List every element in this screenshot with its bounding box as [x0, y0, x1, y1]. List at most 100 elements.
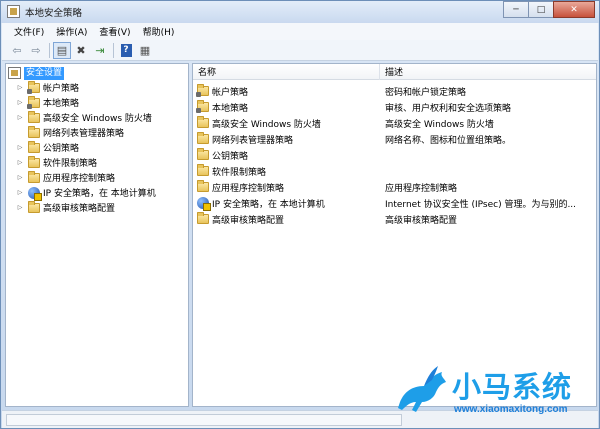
list-row[interactable]: 应用程序控制策略 应用程序控制策略	[193, 179, 596, 195]
back-button[interactable]: ⇦	[8, 42, 26, 59]
tree-item-label: 应用程序控制策略	[43, 174, 116, 184]
horse-logo-icon	[398, 366, 446, 412]
row-description: Internet 协议安全性 (IPsec) 管理。为与别的...	[385, 199, 577, 210]
title-bar[interactable]: 本地安全策略 ─ □ ✕	[1, 1, 599, 23]
column-header-description[interactable]: 描述	[380, 64, 596, 80]
export-list-button[interactable]: ⇥	[91, 42, 109, 59]
tree-pane[interactable]: 安全设置 ▷ 帐户策略 ▷ 本地策略 ▷ 高级安全 Windows 防火墙 网络…	[5, 63, 189, 407]
tree-item-label: 高级审核策略配置	[43, 204, 116, 214]
list-row[interactable]: 高级审核策略配置 高级审核策略配置	[193, 211, 596, 227]
status-segment	[6, 414, 402, 426]
row-name-cell: 高级审核策略配置	[193, 212, 380, 226]
tree-item-label: 本地策略	[43, 99, 80, 109]
row-name: 应用程序控制策略	[212, 183, 285, 194]
row-description: 高级审核策略配置	[385, 215, 458, 226]
row-name-cell: 帐户策略	[193, 84, 380, 98]
list-row[interactable]: 公钥策略	[193, 147, 596, 163]
watermark-title: 小马系统	[452, 370, 573, 404]
properties-icon: ▦	[139, 43, 151, 57]
row-name-cell: 应用程序控制策略	[193, 180, 380, 194]
folder-icon	[28, 140, 40, 153]
menu-help[interactable]: 帮助(H)	[137, 25, 181, 38]
window-title: 本地安全策略	[25, 8, 83, 19]
row-name: 帐户策略	[212, 87, 249, 98]
row-name: 公钥策略	[212, 151, 249, 162]
ipsec-policy-icon	[197, 197, 211, 211]
minimize-button[interactable]: ─	[503, 1, 529, 18]
lock-folder-icon	[196, 100, 209, 113]
menu-file[interactable]: 文件(F)	[8, 25, 50, 38]
tree-item-local-policies[interactable]: ▷ 本地策略	[16, 95, 79, 110]
row-name-cell: 网络列表管理器策略	[193, 132, 380, 146]
tree-item-network-list-manager[interactable]: 网络列表管理器策略	[16, 125, 124, 140]
folder-icon	[197, 148, 209, 160]
security-settings-icon	[8, 67, 21, 79]
list-row[interactable]: IP 安全策略，在 本地计算机 Internet 协议安全性 (IPsec) 管…	[193, 195, 596, 211]
row-description: 高级安全 Windows 防火墙	[385, 119, 494, 130]
list-pane[interactable]: 名称 描述 帐户策略 密码和帐户锁定策略 本地策略 审核、用户权利和安全选项策略…	[192, 63, 597, 407]
expand-arrow-icon[interactable]: ▷	[16, 84, 24, 91]
tree-item-account-policies[interactable]: ▷ 帐户策略	[16, 80, 79, 95]
properties-button[interactable]: ▦	[136, 42, 154, 59]
list-row[interactable]: 帐户策略 密码和帐户锁定策略	[193, 83, 596, 99]
list-row[interactable]: 本地策略 审核、用户权利和安全选项策略	[193, 99, 596, 115]
delete-button[interactable]: ✖	[72, 42, 90, 59]
list-row[interactable]: 高级安全 Windows 防火墙 高级安全 Windows 防火墙	[193, 115, 596, 131]
toolbar-separator	[49, 42, 50, 58]
menu-action[interactable]: 操作(A)	[50, 25, 93, 38]
close-button[interactable]: ✕	[553, 1, 595, 18]
tree-root-security-settings[interactable]: 安全设置	[8, 66, 65, 80]
folder-icon	[197, 164, 209, 176]
row-name-cell: IP 安全策略，在 本地计算机	[193, 197, 380, 211]
show-hide-tree-icon: ▤	[56, 43, 68, 57]
toolbar: ⇦ ⇨ ▤ ✖ ⇥ ? ▦	[2, 40, 598, 61]
expand-arrow-icon[interactable]: ▷	[16, 174, 24, 181]
row-description: 密码和帐户锁定策略	[385, 87, 467, 98]
tree-item-label: 高级安全 Windows 防火墙	[43, 114, 152, 124]
export-list-icon: ⇥	[95, 43, 105, 57]
tree-item-windows-firewall[interactable]: ▷ 高级安全 Windows 防火墙	[16, 110, 152, 125]
expand-arrow-icon[interactable]: ▷	[16, 144, 24, 151]
ipsec-policy-icon	[28, 186, 42, 201]
row-name: 网络列表管理器策略	[212, 135, 294, 146]
back-arrow-icon: ⇦	[12, 43, 22, 57]
help-icon: ?	[120, 43, 132, 57]
tree-item-advanced-audit[interactable]: ▷ 高级审核策略配置	[16, 200, 115, 215]
folder-icon	[197, 212, 209, 224]
folder-icon	[28, 125, 40, 138]
row-name: 高级审核策略配置	[212, 215, 285, 226]
row-description: 应用程序控制策略	[385, 183, 458, 194]
show-hide-tree-button[interactable]: ▤	[53, 41, 71, 59]
menu-bar: 文件(F) 操作(A) 查看(V) 帮助(H)	[2, 23, 598, 40]
folder-icon	[28, 200, 40, 213]
row-name: IP 安全策略，在 本地计算机	[212, 199, 325, 210]
folder-icon	[197, 180, 209, 192]
tree-item-label: 软件限制策略	[43, 159, 98, 169]
expand-arrow-icon[interactable]: ▷	[16, 204, 24, 211]
list-row[interactable]: 软件限制策略	[193, 163, 596, 179]
tree-item-application-control[interactable]: ▷ 应用程序控制策略	[16, 170, 115, 185]
maximize-button[interactable]: □	[528, 1, 554, 18]
tree-item-label: 帐户策略	[43, 84, 80, 94]
folder-icon	[197, 132, 209, 144]
tree-item-label: IP 安全策略，在 本地计算机	[43, 189, 156, 199]
row-name: 本地策略	[212, 103, 249, 114]
row-name-cell: 高级安全 Windows 防火墙	[193, 116, 380, 130]
lock-folder-icon	[27, 95, 40, 109]
forward-button[interactable]: ⇨	[27, 42, 45, 59]
expand-arrow-icon[interactable]: ▷	[16, 189, 24, 196]
tree-item-public-key-policies[interactable]: ▷ 公钥策略	[16, 140, 79, 155]
tree-item-label: 公钥策略	[43, 144, 80, 154]
row-name: 高级安全 Windows 防火墙	[212, 119, 321, 130]
tree-item-ip-security[interactable]: ▷ IP 安全策略，在 本地计算机	[16, 185, 156, 201]
security-policy-app-icon[interactable]	[7, 5, 20, 18]
tree-item-software-restriction[interactable]: ▷ 软件限制策略	[16, 155, 97, 170]
lock-folder-icon	[196, 84, 209, 97]
expand-arrow-icon[interactable]: ▷	[16, 99, 24, 106]
expand-arrow-icon[interactable]: ▷	[16, 159, 24, 166]
menu-view[interactable]: 查看(V)	[93, 25, 136, 38]
help-button[interactable]: ?	[117, 42, 135, 59]
column-header-name[interactable]: 名称	[193, 64, 380, 80]
list-row[interactable]: 网络列表管理器策略 网络名称、图标和位置组策略。	[193, 131, 596, 147]
expand-arrow-icon[interactable]: ▷	[16, 114, 24, 121]
